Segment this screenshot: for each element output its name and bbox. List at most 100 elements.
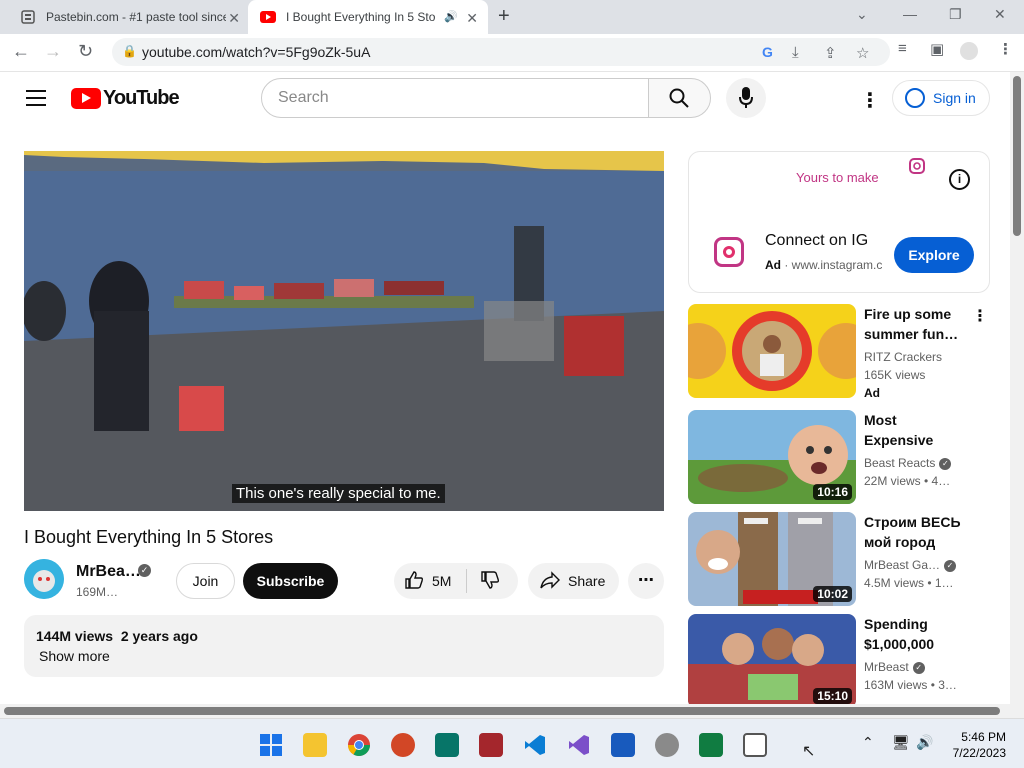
instagram-small-icon [909, 158, 925, 179]
forward-arrow-icon[interactable]: → [44, 41, 62, 62]
video-thumbnail[interactable]: 10:16 [688, 410, 856, 504]
recommendation-title[interactable]: Spending $1,000,000 In… [864, 614, 964, 654]
media-controls-icon[interactable]: ≡ [898, 40, 907, 57]
ad-badge: Ad [864, 386, 880, 400]
volume-icon[interactable]: 🔊 [916, 734, 933, 751]
share-button[interactable]: Share [528, 563, 619, 599]
video-player[interactable] [24, 151, 664, 511]
recommendation-item[interactable]: 10:02 Строим ВЕСЬ мой город за… MrBeast … [688, 512, 988, 606]
publisher-icon[interactable] [435, 733, 459, 757]
side-panel-icon[interactable]: ▣ [930, 40, 944, 58]
settings-menu-icon[interactable]: ⋮ [860, 88, 880, 113]
description-box[interactable]: 144M views 2 years ago Show more [24, 615, 664, 677]
url-text[interactable]: youtube.com/watch?v=5Fg9oZk-5uA [142, 44, 370, 60]
start-menu-icon[interactable] [259, 733, 283, 757]
recommendation-item[interactable]: 10:16 Most Expensive Fails! Beast Reacts… [688, 410, 988, 504]
search-icon [669, 88, 689, 108]
recommendation-meta: 4.5M views • 1… [864, 576, 954, 590]
address-bar[interactable]: 🔒 youtube.com/watch?v=5Fg9oZk-5uA G ⤓ ⇪ … [112, 38, 890, 66]
join-button[interactable]: Join [176, 563, 235, 599]
channel-name[interactable]: MrBea… [76, 563, 141, 581]
network-icon[interactable]: 🖥 [892, 734, 910, 751]
install-app-icon[interactable]: ⤓ [792, 44, 799, 61]
youtube-logo[interactable]: YouTube [71, 87, 180, 110]
tab-title: Pastebin.com - #1 paste tool since 2002! [46, 10, 226, 24]
vscode-icon[interactable] [523, 733, 547, 757]
recommendation-title[interactable]: Most Expensive Fails! [864, 410, 964, 450]
vertical-scroll-thumb[interactable] [1013, 76, 1021, 236]
share-page-icon[interactable]: ⇪ [824, 44, 837, 62]
account-icon [905, 88, 925, 108]
file-explorer-icon[interactable] [303, 733, 327, 757]
thumbs-up-icon[interactable] [404, 571, 424, 594]
tab-youtube[interactable]: I Bought Everything In 5 Stores 🔊 ✕ [248, 0, 488, 34]
clock-time: 5:46 PM [961, 730, 1006, 744]
ad-title[interactable]: Connect on IG [765, 232, 868, 250]
reload-icon[interactable]: ↻ [78, 41, 93, 62]
search-input[interactable]: Search [261, 78, 649, 118]
close-window-button[interactable]: ✕ [994, 6, 1006, 23]
new-tab-button[interactable]: + [498, 5, 510, 28]
notepad-icon[interactable] [743, 733, 767, 757]
ad-tagline: Yours to make [796, 170, 879, 185]
view-count: 144M views [36, 628, 114, 644]
recommendation-item[interactable]: 15:10 Spending $1,000,000 In… MrBeast✓ 1… [688, 614, 988, 708]
tab-search-chevron-icon[interactable]: ⌄ [856, 6, 868, 23]
visual-studio-icon[interactable] [567, 733, 591, 757]
video-thumbnail[interactable] [688, 304, 856, 398]
google-lens-icon[interactable]: G [762, 44, 773, 60]
system-clock[interactable]: 5:46 PM 7/22/2023 [940, 729, 1006, 761]
more-actions-icon[interactable]: ⋯ [628, 563, 664, 599]
recommendation-title[interactable]: Fire up some summer fun… [864, 304, 964, 344]
back-arrow-icon[interactable]: ← [12, 41, 30, 62]
recommendation-menu-icon[interactable]: ⋮ [972, 306, 988, 326]
profile-avatar-icon[interactable] [960, 42, 978, 60]
ad-domain: www.instagram.c [791, 258, 883, 272]
logo-text: YouTube [103, 87, 180, 109]
like-count[interactable]: 5M [432, 573, 451, 589]
chrome-icon[interactable] [347, 733, 371, 757]
mouse-cursor-icon: ↖ [802, 743, 816, 760]
video-thumbnail[interactable]: 10:02 [688, 512, 856, 606]
ad-card[interactable]: Yours to make i Connect on IG Ad · www.i… [688, 151, 990, 293]
sign-in-button[interactable]: Sign in [892, 80, 990, 116]
access-icon[interactable] [479, 733, 503, 757]
audio-playing-icon[interactable]: 🔊 [444, 10, 458, 23]
minimize-button[interactable]: — [903, 6, 917, 22]
guide-menu-icon[interactable] [26, 90, 46, 106]
explore-button[interactable]: Explore [894, 237, 974, 273]
video-duration: 10:02 [813, 586, 852, 602]
vertical-scrollbar[interactable] [1010, 72, 1024, 718]
settings-gear-icon[interactable] [655, 733, 679, 757]
close-tab-icon[interactable]: ✕ [228, 10, 240, 27]
description-meta: 144M views 2 years ago [36, 628, 198, 644]
show-hidden-icons-chevron-icon[interactable]: ⌃ [862, 734, 874, 751]
ad-info-icon[interactable]: i [949, 169, 970, 190]
video-frame [24, 151, 664, 511]
channel-avatar[interactable] [24, 559, 64, 599]
close-tab-icon[interactable]: ✕ [466, 10, 478, 27]
search-button[interactable] [648, 78, 711, 118]
recommendation-item[interactable]: Fire up some summer fun… RITZ Crackers 1… [688, 304, 988, 400]
excel-icon[interactable] [699, 733, 723, 757]
lock-icon[interactable]: 🔒 [122, 44, 137, 58]
recommendation-title[interactable]: Строим ВЕСЬ мой город за… [864, 512, 964, 552]
word-icon[interactable] [611, 733, 635, 757]
recommendation-meta: 165K views [864, 368, 926, 382]
sign-in-label: Sign in [933, 90, 976, 106]
verified-icon: ✓ [939, 457, 952, 470]
horizontal-scrollbar[interactable] [0, 704, 1010, 718]
browser-menu-icon[interactable]: ⋮ [998, 40, 1013, 58]
verified-icon: ✓ [912, 661, 925, 674]
horizontal-scroll-thumb[interactable] [4, 707, 1000, 715]
bookmark-star-icon[interactable]: ☆ [856, 44, 869, 62]
youtube-favicon-icon [260, 9, 276, 25]
tab-pastebin[interactable]: Pastebin.com - #1 paste tool since 2002!… [0, 0, 250, 34]
video-thumbnail[interactable]: 15:10 [688, 614, 856, 708]
restore-button[interactable]: ❐ [949, 6, 962, 23]
show-more-link[interactable]: Show more [39, 648, 110, 664]
thumbs-down-icon[interactable] [480, 571, 500, 594]
voice-search-button[interactable] [726, 78, 766, 118]
powerpoint-icon[interactable] [391, 733, 415, 757]
subscribe-button[interactable]: Subscribe [243, 563, 338, 599]
